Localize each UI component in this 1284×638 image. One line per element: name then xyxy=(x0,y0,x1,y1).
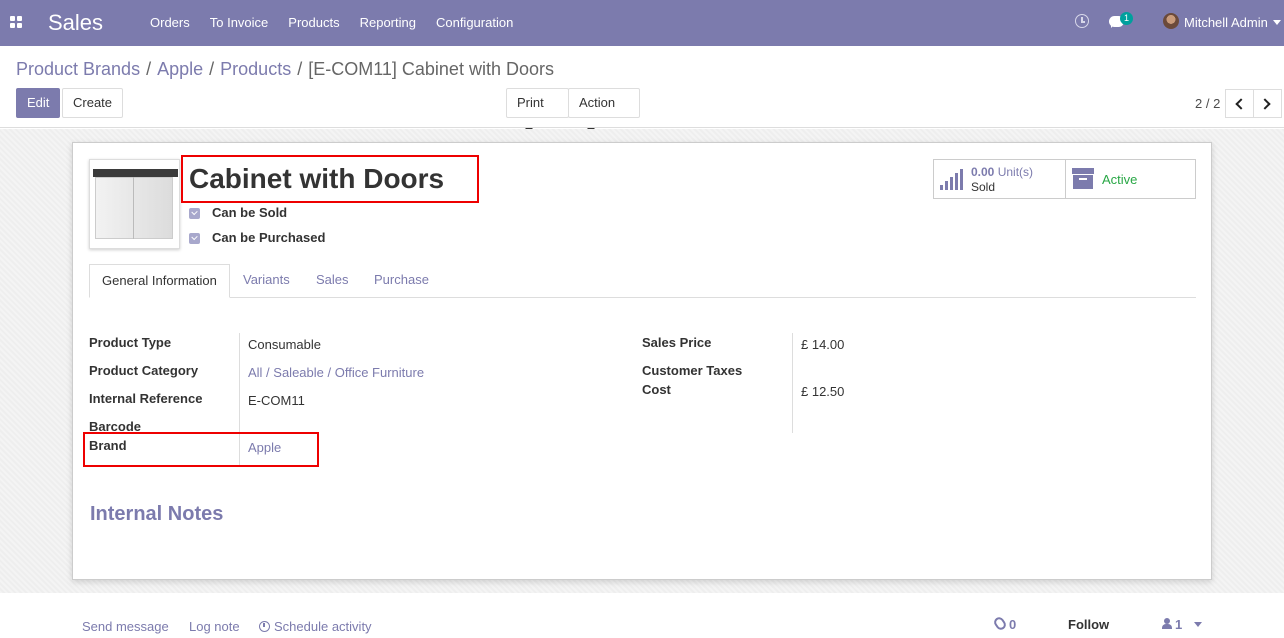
sold-unit: Unit(s) xyxy=(997,165,1034,179)
product-category-label: Product Category xyxy=(89,363,199,378)
schedule-activity-label: Schedule activity xyxy=(274,619,372,634)
internal-reference-value: E-COM11 xyxy=(248,393,305,408)
signal-bars-icon xyxy=(940,168,966,190)
active-toggle-button[interactable]: Active xyxy=(1065,160,1196,198)
sold-label: Sold xyxy=(971,180,996,194)
active-label: Active xyxy=(1102,172,1138,187)
tab-general-information[interactable]: General Information xyxy=(89,264,230,298)
product-name: Cabinet with Doors xyxy=(189,163,445,194)
menu-item-reporting[interactable]: Reporting xyxy=(360,15,416,30)
user-menu[interactable]: Mitchell Admin xyxy=(1184,15,1268,30)
brand-label: Brand xyxy=(89,438,127,453)
sales-price-value: £ 14.00 xyxy=(801,337,845,352)
tab-purchase[interactable]: Purchase xyxy=(362,264,441,298)
customer-taxes-label: Customer Taxes xyxy=(642,363,743,378)
cost-value: £ 12.50 xyxy=(801,384,845,399)
notebook-tabs: General Information Variants Sales Purch… xyxy=(89,264,1196,298)
action-dropdown-button[interactable]: Action xyxy=(568,88,640,132)
sold-stat-button[interactable]: 0.00 Unit(s) Sold xyxy=(934,160,1065,198)
chatter-bar: Send message Log note Schedule activity … xyxy=(0,593,1284,638)
pager-value[interactable]: 2 / 2 xyxy=(1195,96,1220,111)
internal-notes-heading: Internal Notes xyxy=(90,503,224,525)
print-label: Print xyxy=(517,95,544,110)
chevron-left-icon xyxy=(1235,98,1247,110)
pager-next-button[interactable] xyxy=(1253,89,1282,118)
pager-previous-button[interactable] xyxy=(1225,89,1254,118)
can-be-purchased-checkbox[interactable] xyxy=(189,233,200,244)
breadcrumb-apple[interactable]: Apple xyxy=(157,59,203,79)
send-message-button[interactable]: Send message xyxy=(82,619,169,634)
can-be-purchased-label: Can be Purchased xyxy=(212,230,326,245)
breadcrumb-product-brands[interactable]: Product Brands xyxy=(16,59,140,79)
tab-sales[interactable]: Sales xyxy=(304,264,361,298)
can-be-sold-label: Can be Sold xyxy=(212,205,288,220)
paperclip-icon[interactable] xyxy=(992,615,1008,632)
menu-item-to-invoice[interactable]: To Invoice xyxy=(210,15,269,30)
followers-person-icon[interactable] xyxy=(1162,618,1172,629)
product-category-link[interactable]: All / Saleable / Office Furniture xyxy=(248,365,424,380)
product-image[interactable] xyxy=(89,159,180,249)
attachment-count[interactable]: 0 xyxy=(1009,617,1016,632)
field-divider xyxy=(792,333,793,433)
top-navbar: Sales Orders To Invoice Products Reporti… xyxy=(0,0,1284,46)
follow-button[interactable]: Follow xyxy=(1068,617,1109,632)
cost-label: Cost xyxy=(642,382,671,397)
print-dropdown-button[interactable]: Print xyxy=(506,88,569,132)
menu-item-configuration[interactable]: Configuration xyxy=(436,15,513,30)
can-be-sold-checkbox[interactable] xyxy=(189,208,200,219)
control-panel: Product Brands / Apple / Products / [E-COM11] … xyxy=(0,46,1284,132)
brand-link[interactable]: Apple xyxy=(248,440,281,455)
breadcrumb: Product Brands / Apple / Products / [E-COM11] … xyxy=(16,59,554,79)
main-menu: Orders To Invoice Products Reporting Con… xyxy=(150,15,533,30)
archive-icon xyxy=(1072,168,1094,190)
sold-quantity: 0.00 xyxy=(971,165,995,179)
action-label: Action xyxy=(579,95,616,110)
app-title[interactable]: Sales xyxy=(48,10,103,36)
user-caret-icon[interactable] xyxy=(1273,20,1281,25)
product-type-label: Product Type xyxy=(89,335,172,350)
product-type-value: Consumable xyxy=(248,337,321,352)
activity-clock-icon[interactable] xyxy=(1075,14,1089,28)
tab-variants[interactable]: Variants xyxy=(231,264,302,298)
edit-button[interactable]: Edit xyxy=(16,88,61,118)
chat-badge: 1 xyxy=(1120,12,1134,25)
log-note-button[interactable]: Log note xyxy=(189,619,240,634)
chevron-right-icon xyxy=(1259,98,1271,110)
clock-icon xyxy=(259,621,270,632)
breadcrumb-products[interactable]: Products xyxy=(220,59,291,79)
menu-item-products[interactable]: Products xyxy=(288,15,339,30)
schedule-activity-button[interactable]: Schedule activity xyxy=(259,619,372,634)
internal-reference-label: Internal Reference xyxy=(89,391,203,406)
breadcrumb-current: [E-COM11] Cabinet with Doors xyxy=(308,59,554,79)
user-avatar[interactable] xyxy=(1163,13,1179,29)
create-button[interactable]: Create xyxy=(62,88,124,118)
apps-menu-icon[interactable] xyxy=(10,16,23,29)
followers-caret-icon[interactable] xyxy=(1194,622,1202,627)
followers-count[interactable]: 1 xyxy=(1175,617,1182,632)
smart-buttons: 0.00 Unit(s) Sold Active xyxy=(933,159,1196,199)
sold-value: 0.00 Unit(s) xyxy=(971,165,1033,179)
menu-item-orders[interactable]: Orders xyxy=(150,15,190,30)
form-sheet: Cabinet with Doors Can be Sold Can be Pu… xyxy=(72,142,1212,580)
sales-price-label: Sales Price xyxy=(642,335,712,350)
